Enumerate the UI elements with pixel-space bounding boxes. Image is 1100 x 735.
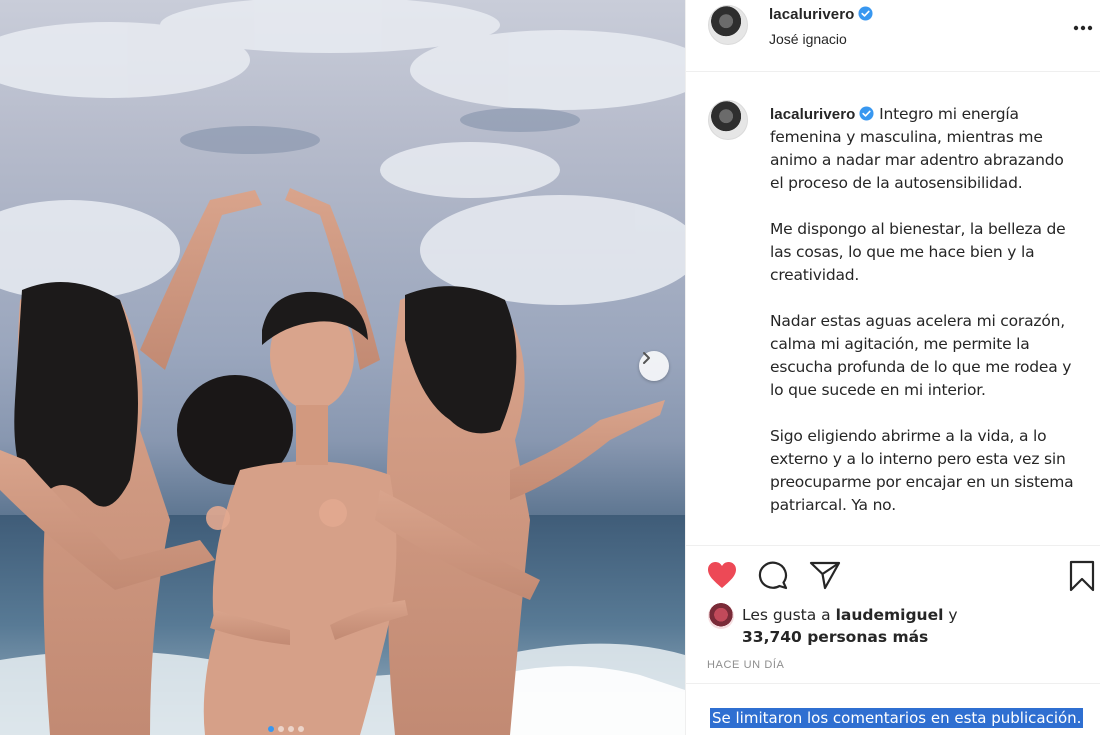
caption-paragraph: lacalurivero Integro mi energía femenina… [770,103,1080,195]
action-bar [686,545,1100,603]
chevron-right-icon [643,352,650,364]
heart-filled-icon [708,562,736,588]
caption-username[interactable]: lacalurivero [770,106,855,123]
author-avatar[interactable] [708,5,748,45]
liker-username[interactable]: laudemiguel [836,606,944,624]
caption-paragraph: Sigo eligiendo abrirme a la vida, a lo e… [770,427,1074,514]
carousel-next-button[interactable] [639,351,669,381]
author-username-row[interactable]: lacalurivero [769,6,873,23]
post-timestamp[interactable]: HACE UN DÍA [707,659,785,671]
post-caption: lacalurivero Integro mi energía femenina… [686,90,1100,545]
post-header: lacalurivero José ignacio [686,0,1100,72]
save-button[interactable] [1068,560,1096,597]
bookmark-icon [1069,560,1095,592]
post-location[interactable]: José ignacio [769,31,847,47]
carousel-indicator [268,726,304,732]
likes-others-link[interactable]: 33,740 personas más [742,628,928,646]
verified-badge-icon [858,6,873,21]
more-horizontal-icon [1073,25,1093,31]
caption-text: lacalurivero Integro mi energía femenina… [770,103,1080,540]
comment-icon [758,561,788,590]
share-button[interactable] [809,560,841,595]
like-button[interactable] [706,560,738,595]
carousel-dot [298,726,304,732]
beach-scene-illustration [0,0,685,735]
comments-limited-notice: Se limitaron los comentarios en esta pub… [710,708,1084,728]
carousel-dot [288,726,294,732]
likes-line-1: Les gusta a laudemiguel y [742,606,958,624]
likes-prefix: Les gusta a [742,606,831,624]
comment-button[interactable] [758,560,790,595]
post-photo[interactable] [0,0,685,735]
send-icon [809,561,841,590]
author-username[interactable]: lacalurivero [769,6,854,23]
carousel-dot-active [268,726,274,732]
comments-footer: Se limitaron los comentarios en esta pub… [686,683,1100,735]
liker-avatar[interactable] [708,603,734,629]
likes-summary: Les gusta a laudemiguel y 33,740 persona… [706,603,1086,651]
likes-connector: y [948,606,958,624]
caption-paragraph: Nadar estas aguas acelera mi corazón, ca… [770,312,1072,399]
more-options-button[interactable] [1073,14,1093,37]
caption-paragraph: Me dispongo al bienestar, la belleza de … [770,220,1066,284]
carousel-dot [278,726,284,732]
post-side-panel: lacalurivero José ignacio lacalurivero I… [685,0,1100,735]
caption-author-avatar[interactable] [708,100,748,140]
verified-badge-icon [859,106,874,121]
